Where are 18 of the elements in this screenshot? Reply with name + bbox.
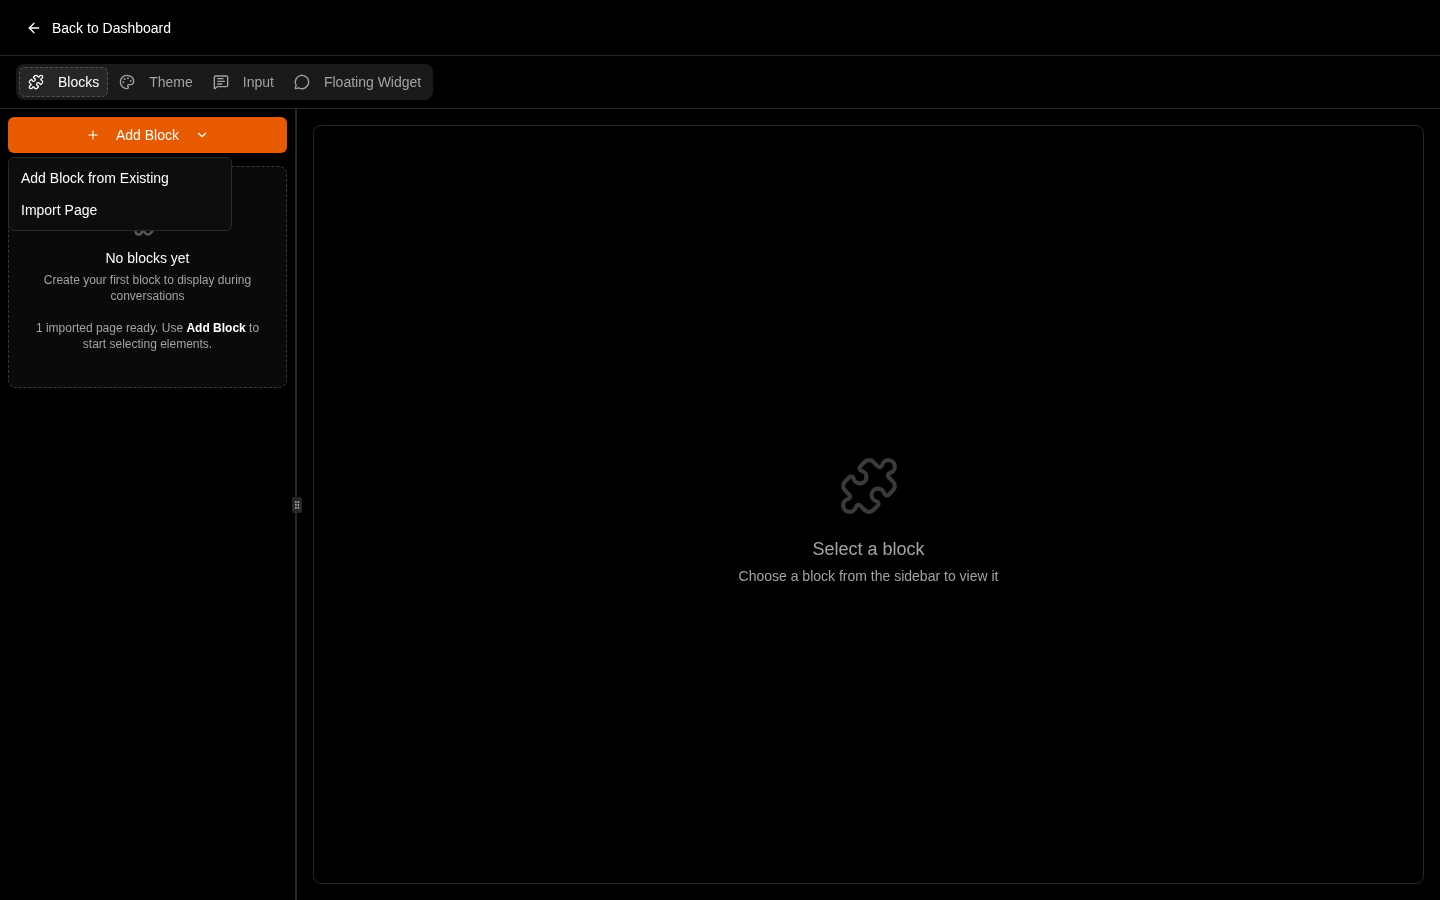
empty-state-note: 1 imported page ready. Use Add Block to start selecting elements. xyxy=(34,320,261,352)
menu-item[interactable]: Import Page xyxy=(9,194,231,226)
empty-state-description: Create your first block to display during conversations xyxy=(42,272,253,304)
empty-state-title: No blocks yet xyxy=(105,250,190,266)
palette-icon xyxy=(119,74,136,90)
resize-handle[interactable] xyxy=(292,497,302,513)
back-link[interactable]: Back to Dashboard xyxy=(26,19,172,36)
message-icon xyxy=(212,74,229,90)
tab[interactable]: Floating Widget xyxy=(284,67,431,97)
empty-state-title: Select a block xyxy=(812,539,925,560)
add-block-button[interactable]: Add Block xyxy=(8,117,287,153)
tab[interactable]: Theme xyxy=(110,67,202,97)
menu-item[interactable]: Add Block from Existing xyxy=(9,162,231,194)
tab[interactable]: Blocks xyxy=(19,67,109,97)
plus-icon xyxy=(85,128,100,142)
chat-bubble-icon xyxy=(293,74,310,90)
tab[interactable]: Input xyxy=(203,67,283,97)
empty-state-subtitle: Choose a block from the sidebar to view it xyxy=(738,568,999,584)
